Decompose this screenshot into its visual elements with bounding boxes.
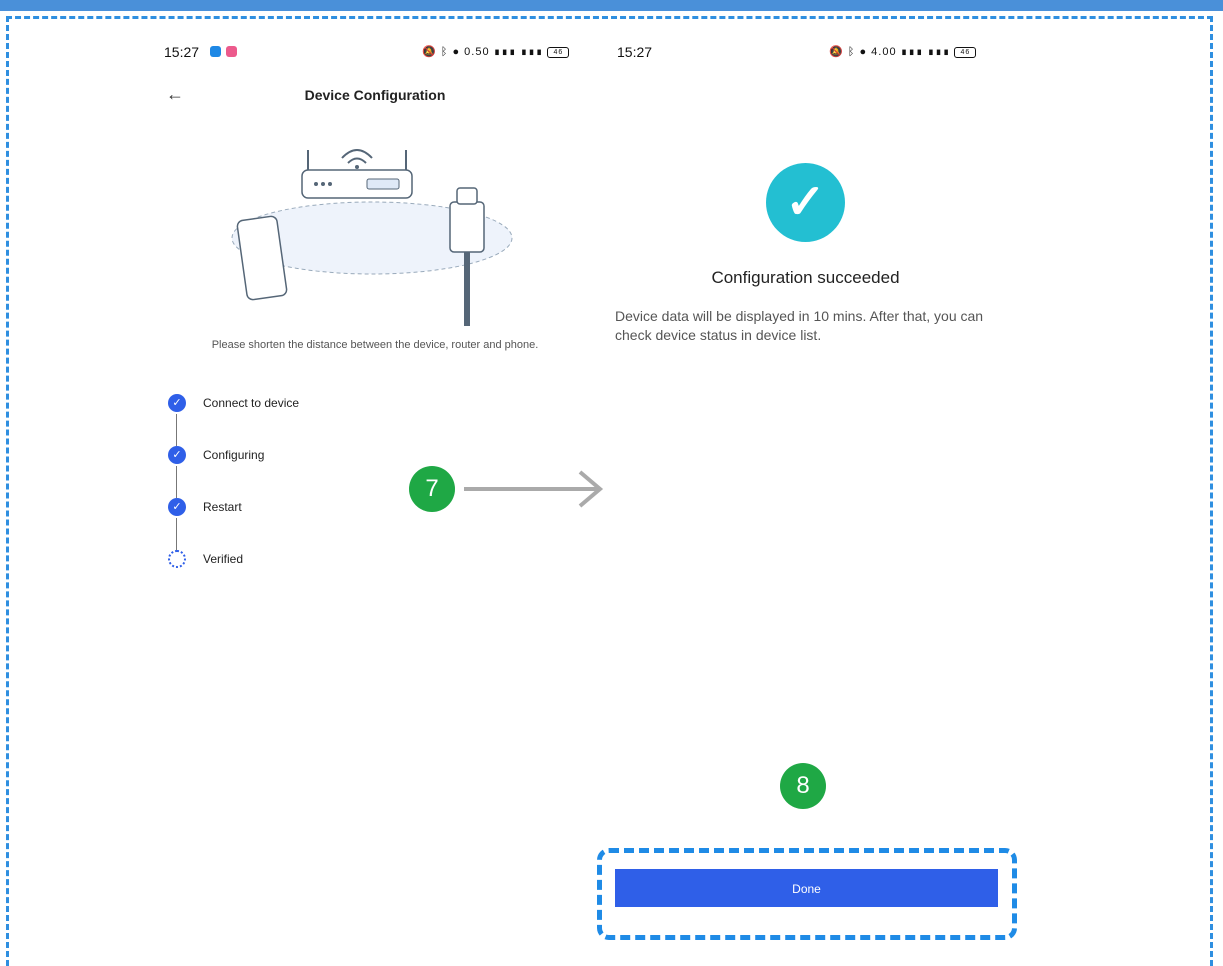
configuration-success-screen: 15:27 🔕 ᛒ ● 4.00 ▮▮▮ ▮▮▮ 46 ✓ Configurat… [603, 32, 1008, 957]
bluetooth-icon: ᛒ [440, 46, 449, 58]
step-label: Connect to device [203, 396, 300, 410]
signal-icon: ▮▮▮ ▮▮▮ [900, 46, 951, 58]
step-7-badge: 7 [409, 466, 455, 512]
step-label: Verified [203, 552, 244, 566]
status-bar: 15:27 🔕 ᛒ ● 4.00 ▮▮▮ ▮▮▮ 46 [603, 44, 1008, 64]
net-speed: 4.00 [871, 46, 897, 58]
status-time: 15:27 [164, 44, 200, 60]
step-8-badge: 8 [780, 763, 826, 809]
battery-icon: 46 [954, 46, 977, 58]
mute-icon: 🔕 [422, 46, 437, 58]
bluetooth-icon: ᛒ [847, 46, 856, 58]
success-check-icon: ✓ [766, 163, 845, 242]
top-banner-bar [0, 0, 1223, 11]
done-button[interactable]: Done [615, 869, 998, 907]
status-bar: 15:27 🔕 ᛒ ● 0.50 ▮▮▮ ▮▮▮ 46 [150, 44, 600, 64]
check-icon: ✓ [168, 446, 186, 464]
page-title: Device Configuration [304, 87, 446, 103]
success-description: Device data will be displayed in 10 mins… [615, 308, 984, 343]
status-indicators: 🔕 ᛒ ● 0.50 ▮▮▮ ▮▮▮ 46 [422, 45, 570, 58]
location-icon: ● [452, 46, 461, 58]
check-icon: ✓ [168, 498, 186, 516]
app-notification-icon [226, 46, 237, 57]
status-indicators: 🔕 ᛒ ● 4.00 ▮▮▮ ▮▮▮ 46 [829, 45, 977, 58]
step-connector [176, 466, 177, 498]
net-speed: 0.50 [464, 46, 490, 58]
step-label: Restart [203, 500, 242, 514]
battery-icon: 46 [547, 46, 570, 58]
mute-icon: 🔕 [829, 46, 844, 58]
signal-icon: ▮▮▮ ▮▮▮ [493, 46, 544, 58]
status-time: 15:27 [617, 44, 653, 60]
loading-spinner-icon [168, 550, 186, 568]
arrow-right-icon [464, 470, 604, 508]
step-connector [176, 414, 177, 446]
success-title: Configuration succeeded [711, 268, 900, 287]
step-connector [176, 518, 177, 550]
device-router-phone-illustration [231, 149, 513, 326]
distance-hint: Please shorten the distance between the … [211, 339, 539, 351]
app-notification-icon [210, 46, 221, 57]
step-label: Configuring [203, 448, 265, 462]
check-icon: ✓ [168, 394, 186, 412]
location-icon: ● [859, 46, 868, 58]
